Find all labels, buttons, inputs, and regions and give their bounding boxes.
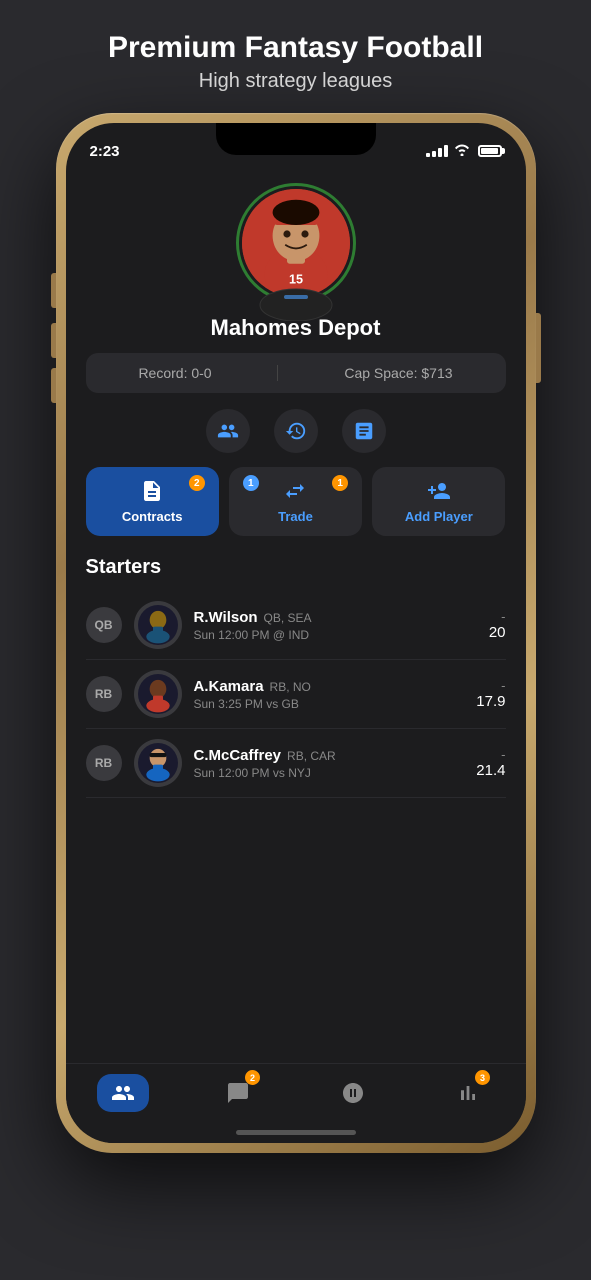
player-pos-team-kamara: RB, NO [270,680,311,694]
player-schedule-wilson: Sun 12:00 PM @ IND [194,628,477,642]
contracts-button[interactable]: 2 Contracts [86,467,219,536]
player-info-kamara: A.Kamara RB, NO Sun 3:25 PM vs GB [194,678,465,711]
headline-title: Premium Fantasy Football [108,30,483,66]
messages-tab-icon-wrap: 2 [212,1074,264,1112]
scores-tab-icon-wrap [327,1074,379,1112]
history-icon-btn[interactable] [274,409,318,453]
position-badge-rb2: RB [86,745,122,781]
scores-tab[interactable] [296,1074,411,1112]
messages-badge: 2 [245,1070,260,1085]
add-player-button[interactable]: Add Player [372,467,505,536]
table-row[interactable]: QB R.Wilson QB, SEA [86,591,506,660]
roster-tab[interactable] [66,1074,181,1112]
notes-icon-btn[interactable] [342,409,386,453]
home-indicator [236,1130,356,1135]
trade-badge-right: 1 [332,475,348,491]
player-info-mccaffrey: C.McCaffrey RB, CAR Sun 12:00 PM vs NYJ [194,747,465,780]
player-info-wilson: R.Wilson QB, SEA Sun 12:00 PM @ IND [194,609,477,642]
notch [216,123,376,155]
avatar-section: 15 [86,183,506,303]
trade-button[interactable]: 1 1 Trade [229,467,362,536]
contracts-badge: 2 [189,475,205,491]
helmet-decoration [256,285,336,321]
player-score-kamara: - 17.9 [476,678,505,710]
scores-tab-icon [341,1081,365,1105]
position-badge-rb1: RB [86,676,122,712]
messages-tab[interactable]: 2 [181,1074,296,1112]
wifi-icon [454,143,470,159]
player-avatar-kamara [134,670,182,718]
roster-tab-icon [111,1081,135,1105]
standings-tab-icon-wrap: 3 [442,1074,494,1112]
player-score-mccaffrey: - 21.4 [476,747,505,779]
screen-content: 15 [66,167,526,1143]
battery-icon [478,145,502,157]
trade-label: Trade [278,509,313,524]
phone-frame: 2:23 [56,113,536,1153]
player-name-kamara: A.Kamara [194,678,264,695]
headline-subtitle: High strategy leagues [108,70,483,93]
player-avatar-wilson [134,601,182,649]
player-pos-team-mccaffrey: RB, CAR [287,749,336,763]
table-row[interactable]: RB A.Kamara RB, NO [86,660,506,729]
status-icons [426,143,502,159]
roster-icon-btn[interactable] [206,409,250,453]
player-avatar-mccaffrey [134,739,182,787]
signal-icon [426,145,448,157]
record-card: Record: 0-0 Cap Space: $713 [86,353,506,393]
status-time: 2:23 [90,143,120,160]
player-pos-team-wilson: QB, SEA [264,611,312,625]
contracts-label: Contracts [122,509,183,524]
standings-tab[interactable]: 3 [411,1074,526,1112]
standings-tab-icon [456,1081,480,1105]
action-buttons-row: 2 Contracts 1 1 Trade [86,467,506,536]
action-icons-row [86,409,506,453]
position-badge-qb: QB [86,607,122,643]
phone-screen: 2:23 [66,123,526,1143]
headline-section: Premium Fantasy Football High strategy l… [108,30,483,93]
standings-badge: 3 [475,1070,490,1085]
table-row[interactable]: RB C.McCaffrey [86,729,506,798]
record-label: Record: 0-0 [138,365,211,381]
team-avatar: 15 [242,189,350,297]
player-name-wilson: R.Wilson [194,609,258,626]
cap-space-label: Cap Space: $713 [344,365,452,381]
player-schedule-mccaffrey: Sun 12:00 PM vs NYJ [194,766,465,780]
messages-tab-icon [226,1081,250,1105]
add-player-label: Add Player [405,509,473,524]
player-schedule-kamara: Sun 3:25 PM vs GB [194,697,465,711]
record-divider [277,365,278,381]
avatar-container: 15 [236,183,356,303]
roster-tab-icon-wrap [97,1074,149,1112]
player-name-mccaffrey: C.McCaffrey [194,747,282,764]
trade-badge-left: 1 [243,475,259,491]
starters-section: Starters QB R.Wilson [86,556,506,798]
player-score-wilson: - 20 [489,609,506,641]
starters-title: Starters [86,556,506,579]
